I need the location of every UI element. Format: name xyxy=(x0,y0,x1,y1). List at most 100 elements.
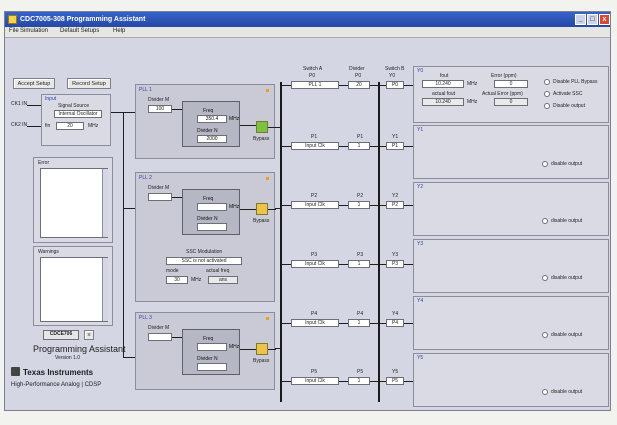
menu-help[interactable]: Help xyxy=(113,28,125,34)
row-4-source-select[interactable]: Input Clk xyxy=(291,319,339,327)
pll-1-status-indicator xyxy=(266,89,269,92)
pll-1-label: PLL 1 xyxy=(139,87,152,93)
divider-p0-input[interactable]: 20 xyxy=(348,81,370,89)
row-4-divider-input[interactable]: 1 xyxy=(348,319,370,327)
disable-output-y5-radio[interactable] xyxy=(542,389,548,395)
row-5-divider-input[interactable]: 1 xyxy=(348,377,370,385)
pll-2-divider-m-label: Divider M xyxy=(148,185,170,191)
pll-1-bypass-toggle[interactable] xyxy=(256,121,268,133)
output-y0-fout-input[interactable]: 10.240 xyxy=(422,80,464,88)
accept-setup-button[interactable]: Accept Setup xyxy=(13,78,55,89)
pll-3-bypass-label: Bypass xyxy=(253,358,270,364)
row-3-y-label: Y3 xyxy=(392,252,399,258)
row-3-source-select[interactable]: Input Clk xyxy=(291,260,339,268)
pll-2-divider-m[interactable] xyxy=(148,193,172,201)
record-setup-button[interactable]: Record Setup xyxy=(67,78,111,89)
warnings-panel: Warnings xyxy=(33,246,113,326)
ssc-mode-input[interactable]: 30 xyxy=(166,276,188,284)
switch-a-p0-select[interactable]: PLL 1 xyxy=(291,81,339,89)
row-5-switch-b[interactable]: P5 xyxy=(386,377,404,385)
fin-input[interactable]: 20 xyxy=(56,122,84,130)
part-number: CDCE706 xyxy=(43,330,79,340)
menu-default-setups[interactable]: Default Setups xyxy=(60,28,99,34)
part-icon-button[interactable]: ≡ xyxy=(84,330,94,340)
pll-2-status-indicator xyxy=(266,177,269,180)
ssc-status: SSC is not activated xyxy=(166,257,242,265)
pll-1-divider-n-label: Divider N xyxy=(197,128,218,134)
disable-output-y4-label: disable output xyxy=(551,332,583,338)
pll-3-divider-n[interactable] xyxy=(197,363,227,371)
row-1-switch-b[interactable]: P1 xyxy=(386,142,404,150)
disable-pll-bypass-radio[interactable] xyxy=(544,79,550,85)
output-y2-label: Y2 xyxy=(417,184,424,190)
pll-2-bypass-toggle[interactable] xyxy=(256,203,268,215)
row-4-switch-b[interactable]: P4 xyxy=(386,319,404,327)
pll-output-bus xyxy=(280,82,282,402)
signal-source-select[interactable]: Internal Oscillator xyxy=(54,110,102,118)
output-y1-card: Y1 disable output xyxy=(413,125,609,179)
pll-1-freq: 350.4 xyxy=(197,115,227,123)
row-4-p-label-divider: P4 xyxy=(357,311,364,317)
company-name: Texas Instruments xyxy=(23,368,94,377)
disable-output-y0-radio[interactable] xyxy=(544,103,550,109)
switch-b-y0-select[interactable]: P0 xyxy=(386,81,404,89)
input-title: Input xyxy=(45,96,57,102)
row-2-divider-input[interactable]: 1 xyxy=(348,201,370,209)
pll-2-freq xyxy=(197,203,227,211)
pll-2-divider-n[interactable] xyxy=(197,223,227,231)
disable-output-y2-radio[interactable] xyxy=(542,218,548,224)
error-scrollbar[interactable] xyxy=(102,169,108,237)
output-y0-actual-unit: MHz xyxy=(467,99,478,105)
pll-3-panel: PLL 3 Divider M Freq MHz Divider N Bypas… xyxy=(135,312,276,390)
output-y0-error-input[interactable]: 0 xyxy=(494,80,528,88)
disable-output-y3-label: disable output xyxy=(551,275,583,281)
error-textarea[interactable] xyxy=(40,168,108,238)
row-5-source-select[interactable]: Input Clk xyxy=(291,377,339,385)
output-y2-card: Y2 disable output xyxy=(413,182,609,236)
disable-output-y4-radio[interactable] xyxy=(542,332,548,338)
pll-3-status-indicator xyxy=(266,317,269,320)
disable-output-y5-label: disable output xyxy=(551,389,583,395)
divider-title: Divider xyxy=(349,66,365,72)
row-3-switch-b[interactable]: P3 xyxy=(386,260,404,268)
output-y0-actual-value: 10.240 xyxy=(422,98,464,106)
switch-b-y0-label: Y0 xyxy=(389,73,396,79)
warnings-scrollbar[interactable] xyxy=(102,258,108,321)
pll-1-divider-n[interactable]: 2000 xyxy=(197,135,227,143)
menu-file[interactable]: File xyxy=(9,28,19,34)
pll-3-bypass-toggle[interactable] xyxy=(256,343,268,355)
disable-output-y1-label: disable output xyxy=(551,161,583,167)
row-3-divider-input[interactable]: 1 xyxy=(348,260,370,268)
row-1-p-label: P1 xyxy=(311,134,318,140)
pll-1-panel: PLL 1 Divider M 100 Freq 350.4 MHz Divid… xyxy=(135,84,276,159)
row-2-switch-b[interactable]: P2 xyxy=(386,201,404,209)
minimize-button[interactable]: _ xyxy=(575,14,586,25)
disable-output-y2-label: disable output xyxy=(551,218,583,224)
pll-3-divider-n-label: Divider N xyxy=(197,356,218,362)
close-button[interactable]: x xyxy=(599,14,610,25)
activate-ssc-radio[interactable] xyxy=(544,91,550,97)
output-y0-variance-label: Actual Error (ppm) xyxy=(482,91,523,97)
output-y0-actual-label: actual fout xyxy=(432,91,456,97)
output-y4-label: Y4 xyxy=(417,298,424,304)
menu-bar: File Simulation Default Setups Help xyxy=(5,27,610,38)
row-1-source-select[interactable]: Input Clk xyxy=(291,142,339,150)
switch-a-title: Switch A xyxy=(303,66,323,72)
pll-3-label: PLL 3 xyxy=(139,315,152,321)
output-y0-fout-label: fout xyxy=(440,73,449,79)
fin-label: fin xyxy=(45,123,51,129)
pll-1-mhz: MHz xyxy=(229,116,240,122)
output-y4-card: Y4 disable output xyxy=(413,296,609,350)
maximize-button[interactable]: □ xyxy=(587,14,598,25)
output-y5-card: Y5 disable output xyxy=(413,353,609,407)
disable-output-y1-radio[interactable] xyxy=(542,161,548,167)
row-1-divider-input[interactable]: 1 xyxy=(348,142,370,150)
row-2-source-select[interactable]: Input Clk xyxy=(291,201,339,209)
disable-output-y3-radio[interactable] xyxy=(542,275,548,281)
warnings-textarea[interactable] xyxy=(40,257,108,322)
pll-3-divider-m[interactable] xyxy=(148,333,172,341)
pll-1-divider-m[interactable]: 100 xyxy=(148,105,172,113)
disable-pll-bypass-label: Disable PLL Bypass xyxy=(553,79,598,85)
menu-simulation[interactable]: Simulation xyxy=(20,28,48,34)
signal-source-label: Signal Source xyxy=(58,103,90,109)
